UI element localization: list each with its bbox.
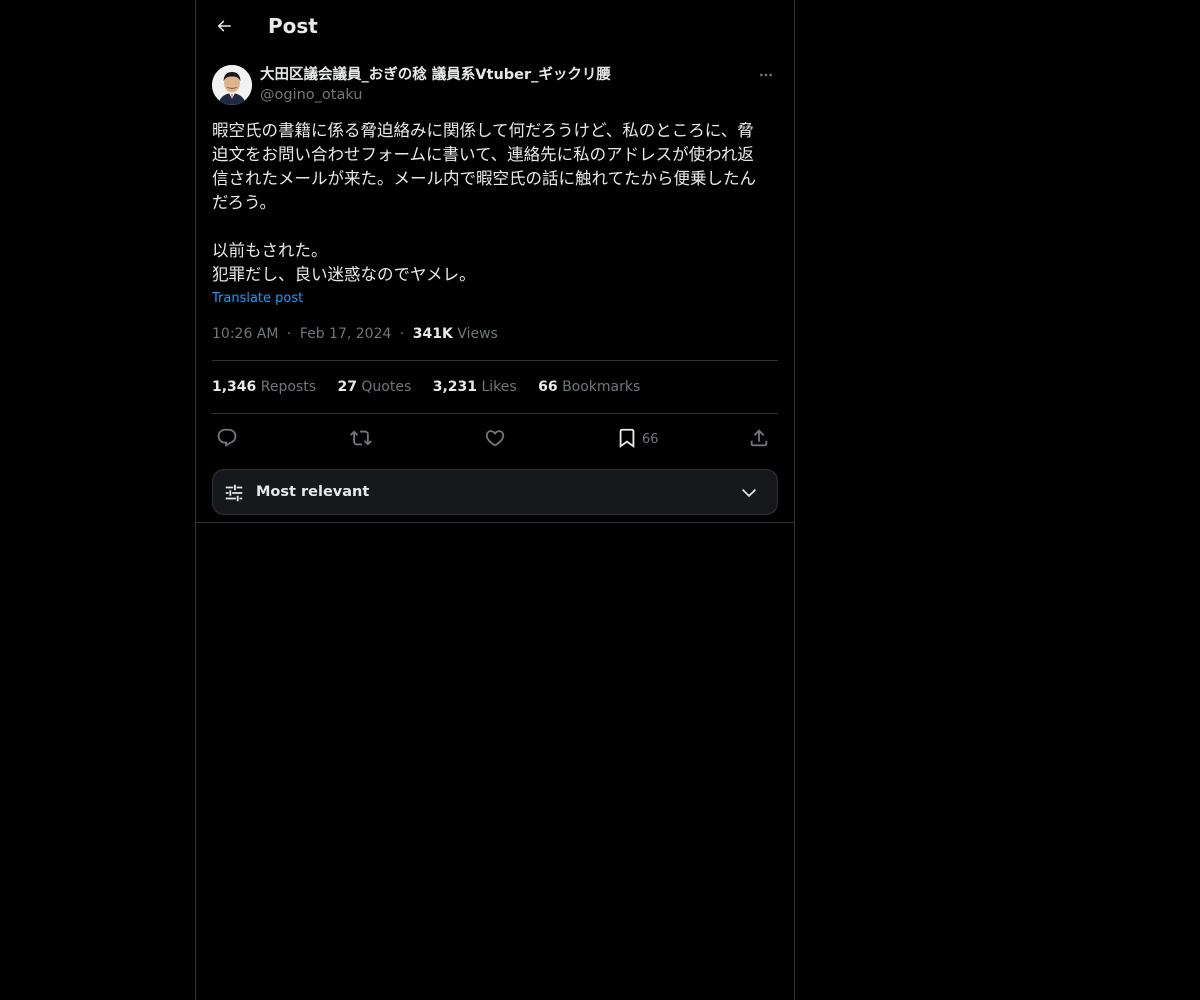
sort-label: Most relevant <box>256 484 370 500</box>
bookmarks-count: 66 <box>538 379 558 395</box>
back-button[interactable] <box>207 9 241 43</box>
like-button[interactable] <box>484 424 506 452</box>
post-time[interactable]: 10:26 AM <box>212 326 278 342</box>
likes-stat[interactable]: 3,231 Likes <box>433 377 517 397</box>
bookmark-button[interactable]: 66 <box>616 424 659 452</box>
post-author: 大田区議会議員_おぎの稔 議員系Vtuber_ギックリ腰 @ogino_otak… <box>212 64 778 108</box>
likes-label: Likes <box>481 379 517 395</box>
repost-icon <box>350 430 372 446</box>
divider <box>212 413 778 414</box>
share-button[interactable] <box>748 424 770 452</box>
quotes-count: 27 <box>337 379 357 395</box>
views-label: Views <box>457 326 498 342</box>
reply-button[interactable] <box>216 424 238 452</box>
bookmarks-label: Bookmarks <box>562 379 641 395</box>
avatar-image <box>212 65 252 105</box>
post-meta: 10:26 AM · Feb 17, 2024 · 341K Views <box>212 324 498 344</box>
page-title: Post <box>268 14 318 38</box>
repost-button[interactable] <box>350 424 372 452</box>
reposts-stat[interactable]: 1,346 Reposts <box>212 377 316 397</box>
quotes-label: Quotes <box>361 379 412 395</box>
post-text: 暇空氏の書籍に係る脅迫絡みに関係して何だろうけど、私のところに、脅 迫文をお問い… <box>212 121 757 284</box>
reposts-count: 1,346 <box>212 379 257 395</box>
bookmarks-stat[interactable]: 66 Bookmarks <box>538 377 640 397</box>
share-icon <box>750 429 768 447</box>
views-count: 341K <box>412 326 453 342</box>
primary-column: Post 大田区議会議員_おぎの稔 議員系Vtuber_ギックリ腰 @ogino… <box>195 0 795 1000</box>
engagement-stats: 1,346 Reposts 27 Quotes 3,231 Likes 66 B… <box>212 377 657 397</box>
arrow-left-icon <box>217 20 231 32</box>
reply-icon <box>217 428 237 447</box>
more-horizontal-icon <box>760 73 772 77</box>
post-date[interactable]: Feb 17, 2024 <box>300 326 392 342</box>
post-actions: 66 <box>212 424 778 452</box>
user-handle[interactable]: @ogino_otaku <box>260 85 363 105</box>
bookmark-icon <box>619 428 635 449</box>
likes-count: 3,231 <box>432 379 477 395</box>
page-header: Post <box>196 0 794 53</box>
reposts-label: Reposts <box>260 379 316 395</box>
reply-sort-dropdown[interactable]: Most relevant <box>212 469 778 515</box>
chevron-down-icon <box>742 489 756 498</box>
meta-separator: · <box>286 326 292 342</box>
divider <box>212 360 778 361</box>
divider <box>196 522 794 523</box>
avatar[interactable] <box>212 65 252 105</box>
bookmark-count: 66 <box>642 431 659 447</box>
quotes-stat[interactable]: 27 Quotes <box>337 377 411 397</box>
meta-separator: · <box>399 326 405 342</box>
translate-post-link[interactable]: Translate post <box>212 290 303 308</box>
heart-icon <box>485 430 505 447</box>
sliders-icon <box>225 484 243 502</box>
more-button[interactable] <box>754 64 778 86</box>
display-name[interactable]: 大田区議会議員_おぎの稔 議員系Vtuber_ギックリ腰 <box>260 65 611 85</box>
